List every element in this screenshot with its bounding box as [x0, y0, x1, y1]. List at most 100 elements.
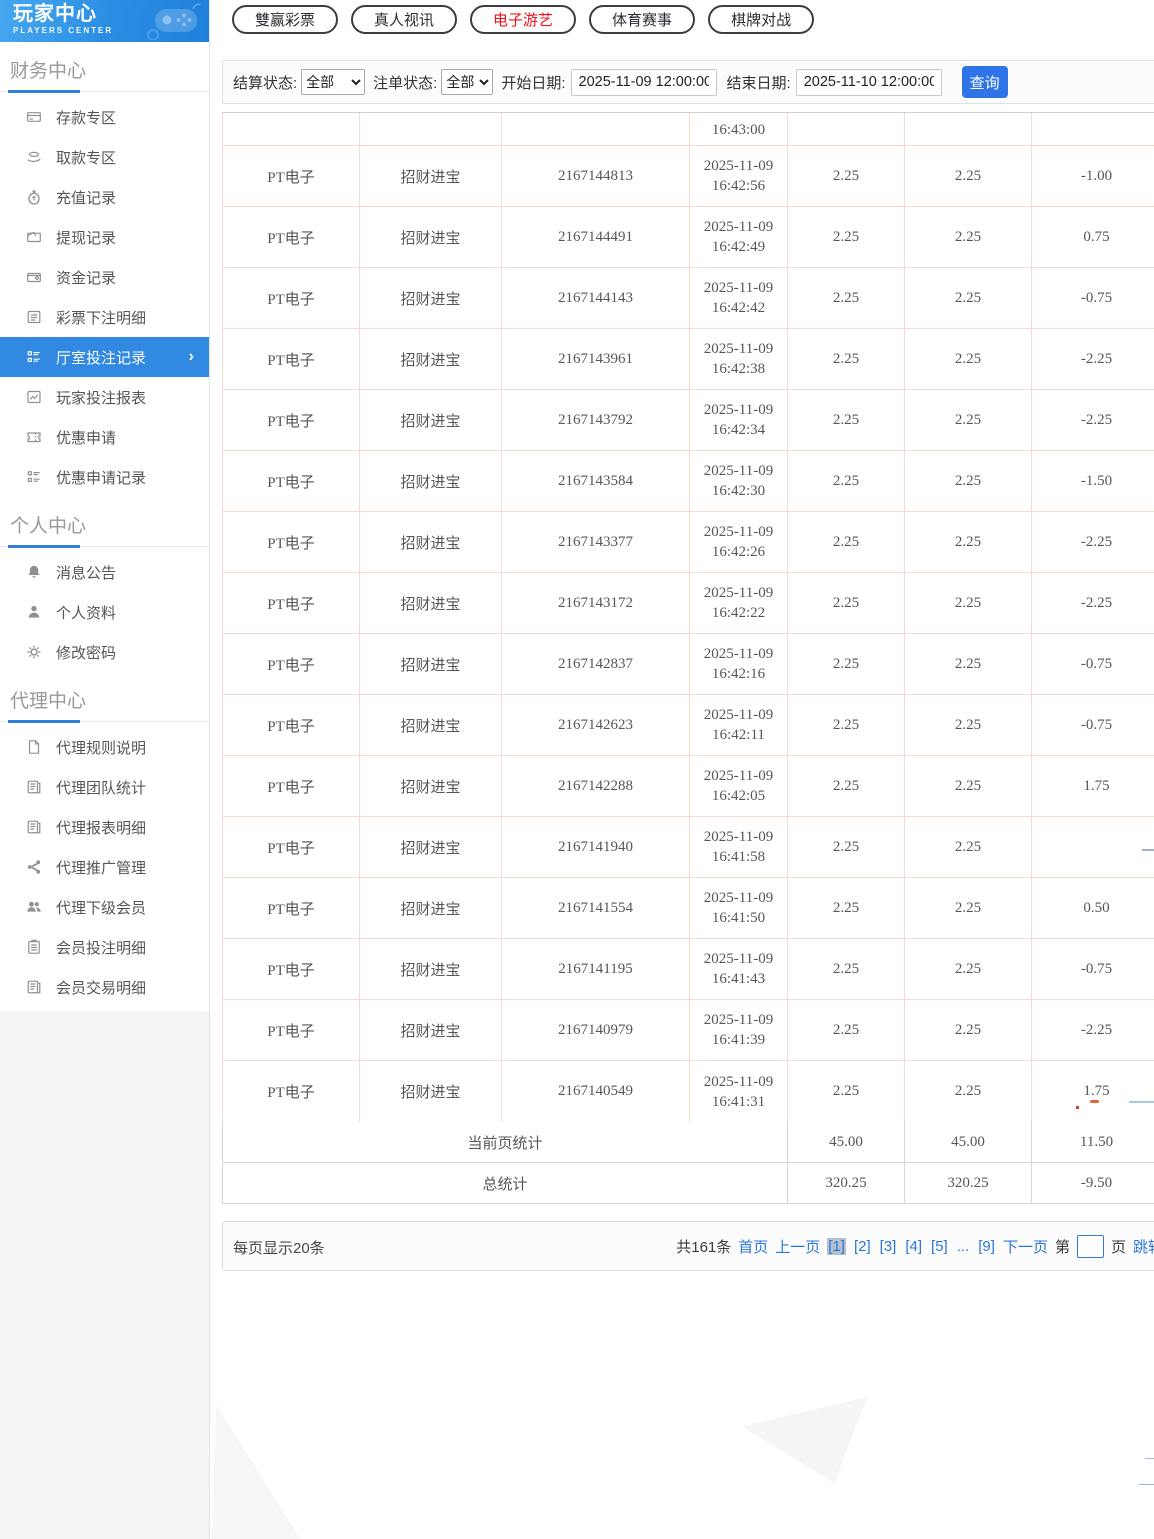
cell-time: 16:41:50 — [711, 910, 766, 926]
start-date-input[interactable] — [570, 68, 717, 96]
sidebar-item-label: 优惠申请 — [56, 429, 117, 447]
cell-result: -2.25 — [1032, 573, 1154, 634]
summary-row: 当前页统计 45.00 45.00 11.50 — [222, 1122, 1154, 1163]
cell-bet: 2.25 — [788, 756, 905, 817]
cell-datetime: 2025-11-09 16:42:26 — [690, 512, 788, 573]
section-divider — [0, 545, 209, 548]
sidebar-item-profile[interactable]: 个人资料 › — [0, 592, 209, 632]
sidebar-item-label: 存款专区 — [56, 109, 117, 127]
order-status-label: 注单状态: — [373, 74, 438, 92]
list-icon — [26, 349, 42, 365]
cell-result: -2.25 — [1032, 512, 1154, 573]
sidebar-item-lottery-bet-details[interactable]: 彩票下注明细 › — [0, 297, 209, 337]
sidebar-item-change-password[interactable]: 修改密码 › — [0, 632, 209, 672]
section-title: 个人中心 — [10, 516, 87, 537]
cell-hall: PT电子 — [222, 878, 360, 939]
page-4[interactable]: [4] — [904, 1238, 923, 1255]
page-5[interactable]: [5] — [930, 1238, 949, 1255]
cell-valid-bet: 2.25 — [905, 1000, 1032, 1061]
sidebar-item-promo-apply-records[interactable]: 优惠申请记录 › — [0, 457, 209, 497]
cell-hall: PT电子 — [222, 268, 360, 329]
tab-lottery[interactable]: 雙赢彩票 — [232, 5, 339, 34]
cell-hall: PT电子 — [222, 390, 360, 451]
tab-label: 棋牌对战 — [731, 12, 792, 29]
tab-live-casino[interactable]: 真人视讯 — [351, 5, 458, 34]
jump-page-input[interactable] — [1076, 1235, 1104, 1258]
sidebar-item-promo-apply[interactable]: 优惠申请 › — [0, 417, 209, 457]
cell-datetime: 2025-11-09 16:41:50 — [690, 878, 788, 939]
sidebar-item-player-bet-report[interactable]: 玩家投注报表 › — [0, 377, 209, 417]
cell-valid-bet: 2.25 — [905, 939, 1032, 1000]
sidebar-item-messages[interactable]: 消息公告 › — [0, 552, 209, 592]
cell-time: 16:42:38 — [711, 361, 766, 377]
tab-slots[interactable]: 电子游艺 — [470, 5, 577, 34]
jump-suffix-label: 页 — [1110, 1239, 1126, 1256]
first-page-link[interactable]: 首页 — [738, 1236, 768, 1257]
list-icon — [26, 469, 42, 485]
cell-datetime: 2025-11-09 16:41:58 — [690, 817, 788, 878]
sidebar-item-hall-bet-records[interactable]: 厅室投注记录 › — [0, 337, 209, 377]
sidebar-item-agent-rules[interactable]: 代理规则说明 › — [0, 727, 209, 767]
sidebar-item-agent-report-details[interactable]: 代理报表明细 › — [0, 807, 209, 847]
cell-game: 招财进宝 — [360, 878, 502, 939]
summary-valid-bet: 320.25 — [905, 1163, 1032, 1204]
cell-result: -2.25 — [1032, 1000, 1154, 1061]
gear-icon — [26, 644, 42, 660]
sidebar-section-agent: 代理中心 代理规则说明 › 代理团队统计 › 代理报表明细 › — [0, 672, 209, 1007]
order-status-select[interactable]: 全部 — [441, 69, 494, 95]
cell-date: 2025-11-09 — [703, 890, 774, 906]
sidebar-item-withdraw-records[interactable]: 提现记录 › — [0, 217, 209, 257]
app-logo: 玩家中心 PLAYERS CENTER — [0, 0, 209, 42]
cell-valid-bet: 2.25 — [905, 817, 1032, 878]
end-date-input[interactable] — [795, 68, 942, 96]
sidebar-item-label: 代理团队统计 — [56, 779, 147, 797]
tab-sports[interactable]: 体育赛事 — [589, 5, 696, 34]
sidebar-item-funds-records[interactable]: 资金记录 › — [0, 257, 209, 297]
page-ellipsis[interactable]: ... — [956, 1238, 971, 1255]
table-row-partial: 16:43:00 — [222, 113, 1154, 146]
query-button[interactable]: 查询 — [961, 66, 1008, 98]
sidebar-item-agent-promotion[interactable]: 代理推广管理 › — [0, 847, 209, 887]
cell-bet: 2.25 — [788, 512, 905, 573]
sidebar-item-label: 代理下级会员 — [56, 899, 147, 917]
cell-time: 16:42:42 — [711, 300, 766, 316]
page-2[interactable]: [2] — [853, 1238, 872, 1255]
sidebar-item-member-trade-details[interactable]: 会员交易明细 › — [0, 967, 209, 1007]
page-1[interactable]: [1] — [827, 1238, 846, 1255]
cell-hall: PT电子 — [222, 512, 360, 573]
tab-label: 雙赢彩票 — [255, 12, 316, 29]
cell-bet: 2.25 — [788, 573, 905, 634]
summary-bet: 320.25 — [788, 1163, 905, 1204]
cell-date: 2025-11-09 — [703, 768, 774, 784]
purse-icon — [26, 269, 42, 285]
page-3[interactable]: [3] — [879, 1238, 898, 1255]
next-page-link[interactable]: 下一页 — [1003, 1236, 1048, 1257]
section-title: 财务中心 — [10, 61, 87, 82]
sidebar-item-label: 取款专区 — [56, 149, 117, 167]
cell-bet: 2.25 — [788, 207, 905, 268]
cell-time: 16:43:00 — [690, 113, 788, 146]
sidebar-item-member-bet-details[interactable]: 会员投注明细 › — [0, 927, 209, 967]
cell-order-no: 2167142623 — [502, 695, 690, 756]
sidebar-item-agent-team-stats[interactable]: 代理团队统计 › — [0, 767, 209, 807]
sidebar-item-deposit-zone[interactable]: 存款专区 › — [0, 97, 209, 137]
sidebar-item-label: 提现记录 — [56, 229, 117, 247]
cell-valid-bet: 2.25 — [905, 146, 1032, 207]
jump-button[interactable]: 跳转 — [1133, 1236, 1154, 1257]
cell-date: 2025-11-09 — [703, 341, 774, 357]
cell-result: -0.75 — [1032, 268, 1154, 329]
sidebar-item-agent-sub-members[interactable]: 代理下级会员 › — [0, 887, 209, 927]
sidebar-item-recharge-records[interactable]: 充值记录 › — [0, 177, 209, 217]
sidebar-item-withdraw-zone[interactable]: 取款专区 › — [0, 137, 209, 177]
total-count: 共161条 — [676, 1239, 732, 1256]
cell-bet: 2.25 — [788, 146, 905, 207]
hand-coin-icon — [26, 149, 42, 165]
cell-datetime: 2025-11-09 16:42:22 — [690, 573, 788, 634]
prev-page-link[interactable]: 上一页 — [775, 1236, 820, 1257]
cell-result: 0.75 — [1032, 207, 1154, 268]
cell-hall: PT电子 — [222, 1000, 360, 1061]
cell-order-no: 2167143961 — [502, 329, 690, 390]
page-9[interactable]: [9] — [977, 1238, 996, 1255]
settle-status-select[interactable]: 全部 — [301, 69, 366, 95]
tab-board-games[interactable]: 棋牌对战 — [708, 5, 815, 34]
